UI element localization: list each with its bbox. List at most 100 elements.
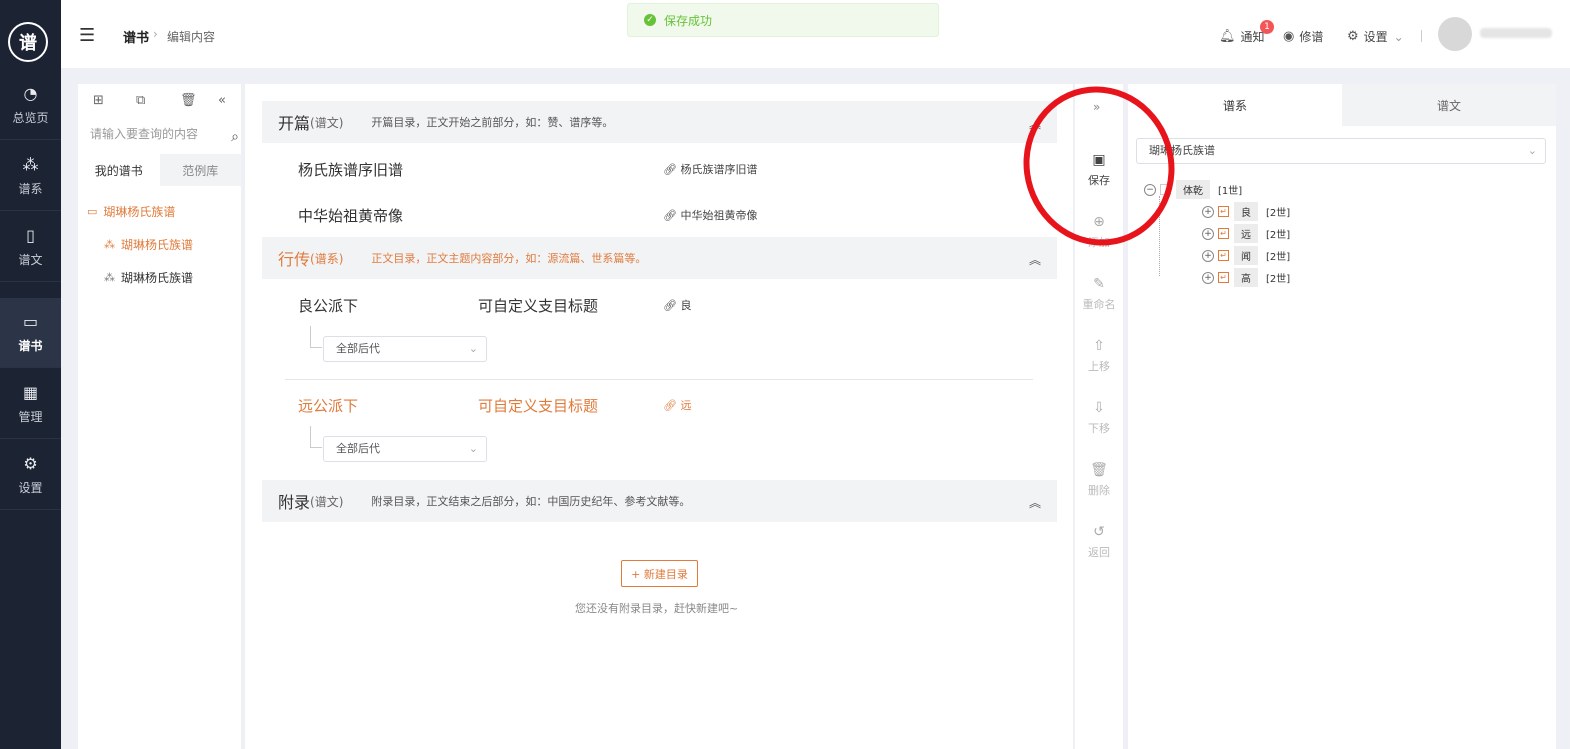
tab-lineage[interactable]: 谱系 [1128,84,1342,126]
item-link[interactable]: 🔗︎ 杨氏族谱序旧谱 [663,161,757,177]
tree-item[interactable]: ⁂ 瑚琳杨氏族谱 [104,269,193,286]
collapse-left-icon[interactable]: « [218,93,226,108]
chevron-down-icon: ⌄ [468,342,478,355]
lineage-panel: 谱系 谱文 瑚琳杨氏族谱 ⌄ − 体乾 [1世] + ↵ 良 [2世] + ↵ 远 [2世… [1128,84,1556,749]
expand-right-icon[interactable]: » [1093,100,1100,114]
branch-custom-title[interactable]: 可自定义支目标题 [478,295,598,316]
tab-texts[interactable]: 谱文 [1342,84,1556,126]
item-link[interactable]: 🔗︎ 良 [663,297,691,313]
collapse-icon[interactable]: ︽ [1029,251,1041,268]
book-select[interactable]: 瑚琳杨氏族谱 ⌄ [1136,138,1546,164]
username-blurred[interactable] [1480,28,1552,38]
breadcrumb-root[interactable]: 谱书 [123,27,149,46]
checkbox[interactable] [1160,184,1171,195]
section-appendix-header[interactable]: 附录 (谱文) 附录目录，正文结束之后部分，如：中国历史纪年、参考文献等。 ︽ [262,480,1057,522]
empty-hint: 您还没有附录目录，赶快新建吧~ [575,602,739,615]
collapse-icon[interactable]: ︽ [1029,494,1041,511]
checkbox[interactable]: ↵ [1218,228,1229,239]
notify-link[interactable]: 🔔︎ 通知 [1219,28,1265,45]
chevron-down-icon: ⌄ [468,442,478,455]
book-icon: ▭ [22,311,39,331]
branch-title[interactable]: 良公派下 [298,295,358,316]
descendant-select[interactable]: 全部后代 ⌄ [323,336,487,362]
item-link[interactable]: 🔗︎ 远 [663,397,691,413]
settings-dropdown[interactable]: ⚙ 设置 ⌄ [1347,28,1404,45]
nav-item-books[interactable]: ▭ 谱书 [0,298,61,368]
checkbox[interactable]: ↵ [1218,206,1229,217]
descendant-select[interactable]: 全部后代 ⌄ [323,436,487,462]
back-button[interactable]: ↺ 返回 [1075,524,1123,560]
branch-custom-title[interactable]: 可自定义支目标题 [478,395,598,416]
item-link[interactable]: 🔗︎ 中华始祖黄帝像 [663,207,757,223]
grid-icon: ▦ [22,382,39,402]
book-list-toolbar: ⊞ ⧉ 🗑︎ « [78,84,241,118]
search-input[interactable]: 请输入要查询的内容 ⌕ [78,122,241,146]
avatar[interactable] [1438,17,1472,51]
tree-node[interactable]: + ↵ 闻 [2世] [1202,246,1290,265]
search-icon[interactable]: ⌕ [231,125,239,149]
link-icon: 🔗︎ [663,163,681,176]
nav-item-lineage[interactable]: ⁂ 谱系 [0,141,61,211]
save-icon: ▣ [1092,152,1106,168]
item-title[interactable]: 杨氏族谱序旧谱 [298,159,403,180]
plus-circle-icon: ⊕ [1093,214,1105,230]
folder-icon: ▭ [87,205,98,218]
bell-icon: 🔔︎ [1219,29,1236,44]
expand-node-icon[interactable]: + [1202,249,1214,262]
move-up-button[interactable]: ⇧ 上移 [1075,338,1123,374]
new-directory-button[interactable]: + 新建目录 [621,560,698,587]
new-file-icon[interactable]: ⊞ [93,93,104,108]
revise-link[interactable]: ◉ 修谱 [1283,28,1323,45]
tab-my-books[interactable]: 我的谱书 [78,154,160,186]
app-logo[interactable]: 谱 [8,22,48,62]
chevron-down-icon: ⌄ [1527,144,1537,157]
arrow-up-circle-icon: ⇧ [1093,338,1105,354]
save-button[interactable]: ▣ 保存 [1075,152,1123,188]
expand-node-icon[interactable]: + [1202,227,1214,240]
tree-node[interactable]: + ↵ 良 [2世] [1202,202,1290,221]
add-button[interactable]: ⊕ 添加 [1075,214,1123,250]
copy-icon[interactable]: ⧉ [136,93,145,108]
nav-item-settings[interactable]: ⚙ 设置 [0,440,61,510]
trash-icon[interactable]: 🗑︎ [180,93,197,108]
nav-item-overview[interactable]: ◔ 总览页 [0,70,61,140]
lineage-tabs: 谱系 谱文 [1128,84,1556,126]
section-title: 开篇 [278,114,311,133]
tree-folder[interactable]: ▭ 瑚琳杨氏族谱 [87,203,175,220]
tree-node[interactable]: + ↵ 远 [2世] [1202,224,1290,243]
nav-item-texts[interactable]: ▯ 谱文 [0,212,61,282]
section-main-header[interactable]: 行传 (谱系) 正文目录，正文主题内容部分，如：源流篇、世系篇等。 ︽ [262,237,1057,279]
section-opening-header[interactable]: 开篇 (谱文) 开篇目录，正文开始之前部分，如：赞、谱序等。 ︽ [262,101,1057,143]
top-header: ☰ 谱书 › 编辑内容 ✓ 保存成功 🔔︎ 通知 1 ◉ 修谱 ⚙ 设置 ⌄ [61,0,1570,68]
section-desc: 正文目录，正文主题内容部分，如：源流篇、世系篇等。 [371,252,647,265]
header-divider [1421,30,1422,42]
collapse-icon[interactable]: ︽ [1029,115,1041,132]
delete-button[interactable]: 🗑︎ 删除 [1075,462,1123,498]
collapse-node-icon[interactable]: − [1144,183,1156,196]
menu-toggle-icon[interactable]: ☰ [79,25,95,46]
tree-node-root[interactable]: − 体乾 [1世] [1144,180,1242,199]
breadcrumb-separator-icon: › [153,27,158,41]
success-toast: ✓ 保存成功 [627,3,939,37]
nav-item-manage[interactable]: ▦ 管理 [0,369,61,439]
action-toolbar: » ▣ 保存 ⊕ 添加 ✎ 重命名 ⇧ 上移 ⇩ 下移 🗑︎ 删除 ↺ 返回 [1075,84,1123,749]
branch-title[interactable]: 远公派下 [298,395,358,416]
checkbox[interactable]: ↵ [1218,250,1229,261]
tree-item-selected[interactable]: ⁂ 瑚琳杨氏族谱 [104,236,193,253]
trash-icon: 🗑︎ [1090,462,1108,478]
branch-connector [310,326,322,348]
branch-connector [310,426,322,448]
rename-button[interactable]: ✎ 重命名 [1075,276,1123,312]
network-icon: ⁂ [22,154,39,174]
section-subtitle: (谱文) [310,115,344,130]
divider [285,379,1033,380]
item-title[interactable]: 中华始祖黄帝像 [298,205,403,226]
content-editor: 开篇 (谱文) 开篇目录，正文开始之前部分，如：赞、谱序等。 ︽ 杨氏族谱序旧谱… [245,84,1073,749]
checkbox[interactable]: ↵ [1218,272,1229,283]
move-down-button[interactable]: ⇩ 下移 [1075,400,1123,436]
expand-node-icon[interactable]: + [1202,271,1214,284]
expand-node-icon[interactable]: + [1202,205,1214,218]
tree-connector [1159,196,1160,276]
tree-node[interactable]: + ↵ 高 [2世] [1202,268,1290,287]
tab-examples[interactable]: 范例库 [159,154,241,186]
